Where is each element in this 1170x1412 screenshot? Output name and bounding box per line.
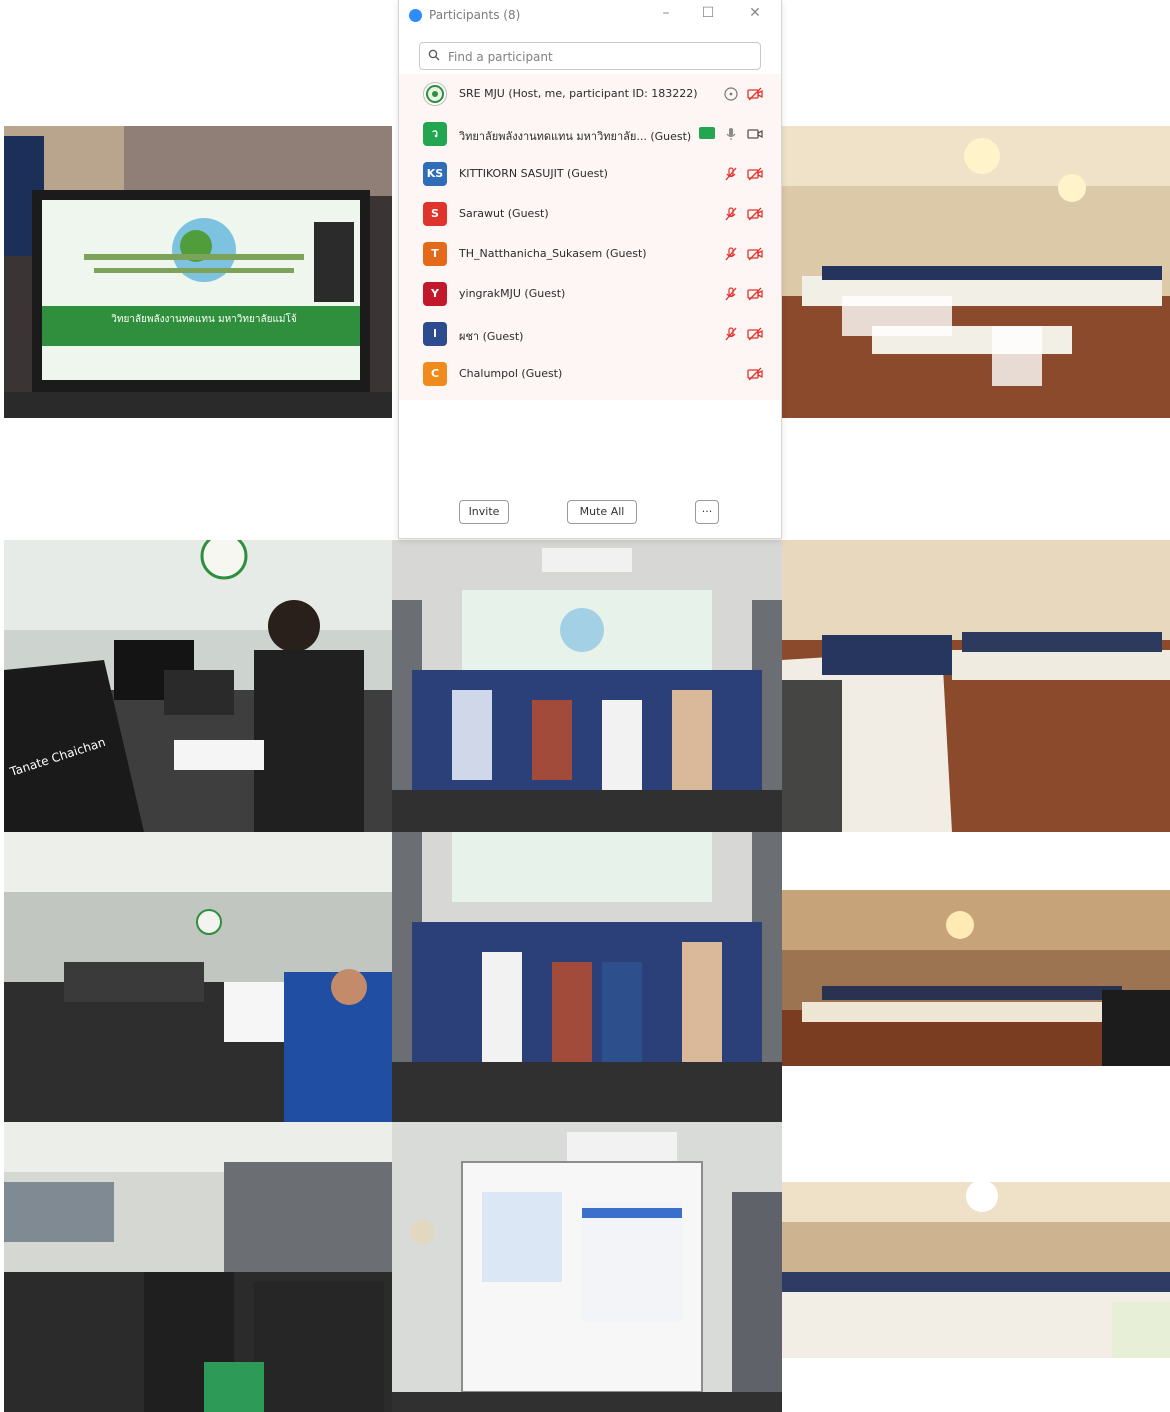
- video-off-icon[interactable]: [747, 86, 763, 102]
- photo-ballroom-long-table: [782, 1182, 1170, 1358]
- participant-row[interactable]: C Chalumpol (Guest): [399, 354, 781, 394]
- participant-avatar: S: [423, 202, 447, 226]
- photo-ballroom-wide: [782, 890, 1170, 1066]
- photo-monitor-slide: วิทยาลัยพลังงานทดแทน มหาวิทยาลัยแม่โจ้: [4, 126, 392, 418]
- participant-name: SRE MJU (Host, me, participant ID: 18322…: [459, 87, 698, 100]
- participant-avatar: Y: [423, 282, 447, 306]
- participant-row[interactable]: T TH_Natthanicha_Sukasem (Guest): [399, 234, 781, 274]
- participant-row[interactable]: ว วิทยาลัยพลังงานทดแทน มหาวิทยาลัย... (G…: [399, 114, 781, 154]
- host-logo-avatar: [423, 82, 447, 106]
- window-titlebar[interactable]: Participants (8) – ☐ ✕: [399, 0, 781, 30]
- video-icon[interactable]: [747, 126, 763, 142]
- minimize-button[interactable]: –: [655, 5, 677, 21]
- mic-muted-icon[interactable]: [723, 286, 739, 302]
- participants-window[interactable]: Participants (8) – ☐ ✕ SRE MJU (Host, me…: [398, 0, 782, 539]
- invite-button[interactable]: Invite: [459, 500, 509, 524]
- window-title: Participants (8): [429, 8, 521, 22]
- photo-computer-lab-2: [4, 1122, 392, 1412]
- participant-avatar: C: [423, 362, 447, 386]
- video-off-icon[interactable]: [747, 326, 763, 342]
- participant-name: KITTIKORN SASUJIT (Guest): [459, 167, 608, 180]
- photo-computer-lab-1: [4, 832, 392, 1122]
- mic-muted-icon[interactable]: [723, 206, 739, 222]
- participant-search[interactable]: [419, 42, 761, 70]
- photo-group-presentation-1: [392, 540, 782, 832]
- zoom-app-icon: [409, 9, 422, 22]
- video-off-icon[interactable]: [747, 206, 763, 222]
- more-icon[interactable]: [723, 86, 739, 102]
- participant-name: TH_Natthanicha_Sukasem (Guest): [459, 247, 647, 260]
- participant-name: ผชา (Guest): [459, 330, 524, 343]
- photo-group-presentation-2: [392, 832, 782, 1122]
- participant-row[interactable]: l ผชา (Guest): [399, 314, 781, 354]
- participant-avatar: ว: [423, 122, 447, 146]
- video-on-badge-icon: [699, 127, 715, 139]
- photo-ballroom-u-table: [782, 540, 1170, 832]
- participant-row[interactable]: KS KITTIKORN SASUJIT (Guest): [399, 154, 781, 194]
- participant-name: yingrakMJU (Guest): [459, 287, 566, 300]
- participant-name: Sarawut (Guest): [459, 207, 549, 220]
- mic-muted-icon[interactable]: [723, 326, 739, 342]
- mute-all-button[interactable]: Mute All: [567, 500, 637, 524]
- search-input[interactable]: [446, 47, 750, 67]
- participant-row[interactable]: SRE MJU (Host, me, participant ID: 18322…: [399, 74, 781, 114]
- photo-ballroom-meeting: [782, 126, 1170, 418]
- participant-name: Chalumpol (Guest): [459, 367, 563, 380]
- mic-muted-icon[interactable]: [723, 166, 739, 182]
- participant-name: วิทยาลัยพลังงานทดแทน มหาวิทยาลัย... (Gue…: [459, 130, 692, 143]
- video-off-icon[interactable]: [747, 166, 763, 182]
- search-icon: [428, 49, 440, 61]
- participant-row[interactable]: Y yingrakMJU (Guest): [399, 274, 781, 314]
- video-off-icon[interactable]: [747, 246, 763, 262]
- video-off-icon[interactable]: [747, 366, 763, 382]
- participant-avatar: l: [423, 322, 447, 346]
- mic-muted-icon[interactable]: [723, 246, 739, 262]
- participant-avatar: T: [423, 242, 447, 266]
- close-button[interactable]: ✕: [744, 5, 766, 21]
- more-options-button[interactable]: ···: [695, 500, 719, 524]
- participant-row[interactable]: S Sarawut (Guest): [399, 194, 781, 234]
- video-off-icon[interactable]: [747, 286, 763, 302]
- participant-avatar: KS: [423, 162, 447, 186]
- photo-man-at-computer: Tanate Chaichan: [4, 540, 392, 832]
- participant-list: SRE MJU (Host, me, participant ID: 18322…: [399, 74, 781, 400]
- maximize-button[interactable]: ☐: [697, 5, 719, 21]
- photo-projector-screen: [392, 1122, 782, 1412]
- slide-title: วิทยาลัยพลังงานทดแทน มหาวิทยาลัยแม่โจ้: [111, 314, 297, 325]
- mic-on-icon[interactable]: [723, 126, 739, 142]
